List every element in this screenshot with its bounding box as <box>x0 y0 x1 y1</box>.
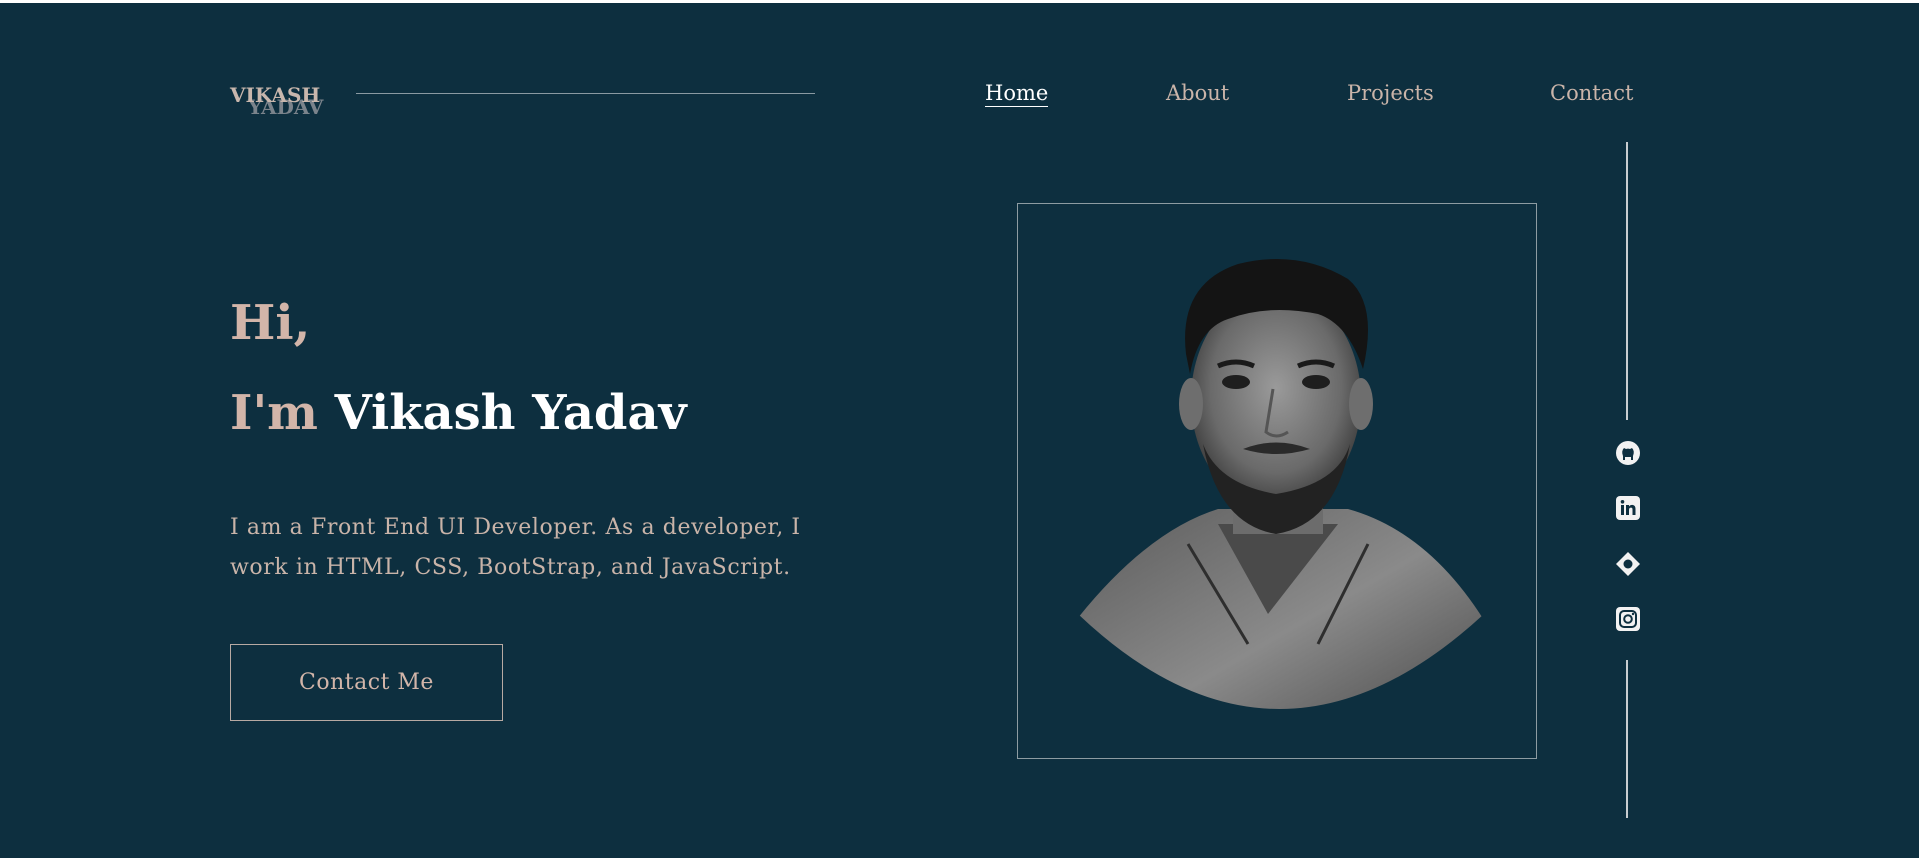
github-icon[interactable] <box>1615 440 1641 466</box>
logo-first-name: VIKASH <box>230 83 321 107</box>
hero-name: Vikash Yadav <box>334 385 687 441</box>
header-divider <box>356 93 815 94</box>
hero-intro: I'm Vikash Yadav <box>230 383 686 443</box>
social-bottom-line <box>1626 660 1628 818</box>
instagram-icon[interactable] <box>1615 606 1641 632</box>
home-page: YADAV VIKASH Home About Projects Contact… <box>0 3 1919 858</box>
hero-intro-prefix: I'm <box>230 385 335 441</box>
site-logo[interactable]: YADAV VIKASH <box>230 83 340 123</box>
hero-description: I am a Front End UI Developer. As a deve… <box>230 515 801 580</box>
profile-photo <box>1078 259 1484 709</box>
profile-photo-frame <box>1017 203 1537 759</box>
codepen-icon[interactable] <box>1615 551 1641 577</box>
contact-me-button[interactable]: Contact Me <box>230 644 503 721</box>
nav-contact[interactable]: Contact <box>1550 80 1633 106</box>
nav-projects[interactable]: Projects <box>1347 80 1434 106</box>
hero-greeting: Hi, <box>230 295 311 351</box>
linkedin-icon[interactable] <box>1615 495 1641 521</box>
nav-home[interactable]: Home <box>985 80 1049 107</box>
nav-about[interactable]: About <box>1166 80 1229 106</box>
social-top-line <box>1626 142 1628 420</box>
